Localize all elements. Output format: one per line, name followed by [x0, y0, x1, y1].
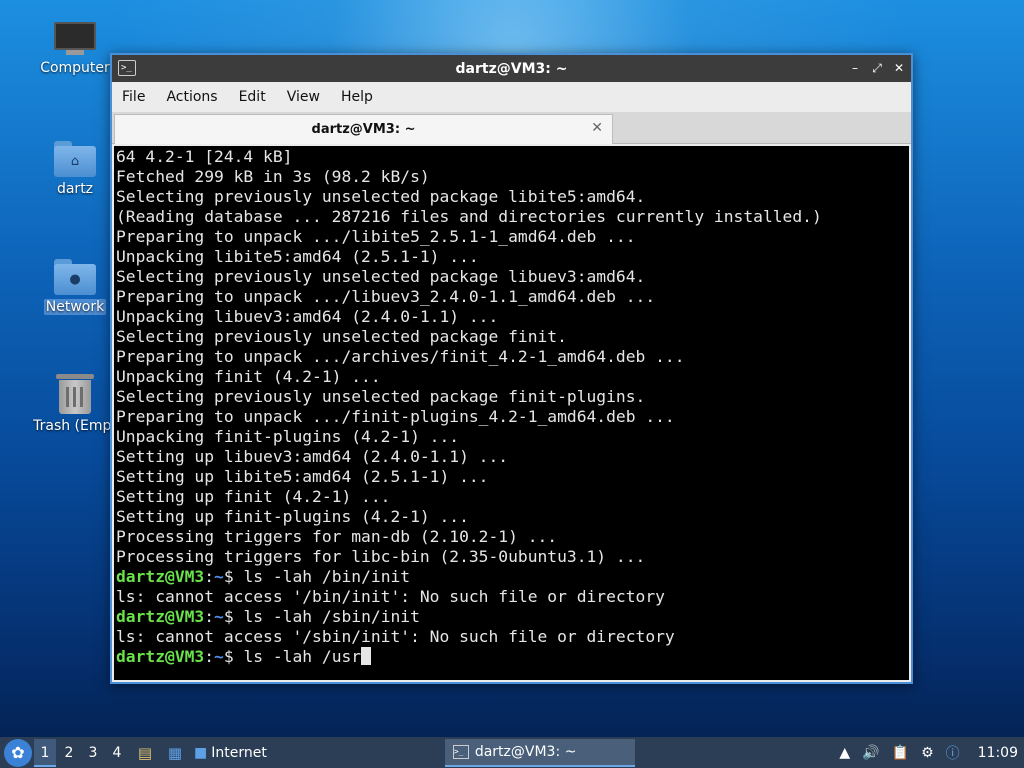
menu-file[interactable]: File [122, 89, 145, 105]
terminal-line: Setting up libuev3:amd64 (2.4.0-1.1) ... [116, 447, 509, 466]
terminal-line: Setting up finit-plugins (4.2-1) ... [116, 507, 469, 526]
desktop-icon-home[interactable]: ⌂ dartz [27, 141, 123, 197]
terminal-line: 64 4.2-1 [24.4 kB] [116, 147, 293, 166]
desktop-icon-trash[interactable]: Trash (Empt [27, 374, 123, 434]
menu-edit[interactable]: Edit [239, 89, 266, 105]
system-tray: ▲ 🔊 📋 ⚙ ⓘ 11:09 [827, 737, 1024, 768]
clipboard-icon[interactable]: 📋 [892, 745, 909, 761]
terminal-app-icon: >_ [118, 60, 136, 76]
taskbar: ✿ 1 2 3 4 ▤ ▦ ■ Internet >_ dartz@VM3: ~… [0, 737, 1024, 768]
info-icon[interactable]: ⓘ [946, 743, 960, 763]
terminal-line: Selecting previously unselected package … [116, 187, 646, 206]
upload-icon[interactable]: ▲ [839, 745, 850, 761]
workspace-4[interactable]: 4 [106, 739, 128, 767]
terminal-line: Selecting previously unselected package … [116, 387, 646, 406]
tab-close-icon[interactable]: ✕ [591, 120, 603, 136]
terminal-line: Setting up finit (4.2-1) ... [116, 487, 391, 506]
terminal-prompt-line: dartz@VM3:~$ ls -lah /bin/init [116, 567, 411, 586]
close-icon[interactable]: ✕ [893, 59, 905, 77]
menu-actions[interactable]: Actions [166, 89, 217, 105]
terminal-line: Unpacking finit (4.2-1) ... [116, 367, 381, 386]
taskbar-task-terminal[interactable]: >_ dartz@VM3: ~ [444, 738, 635, 767]
home-folder-icon: ⌂ [54, 141, 96, 177]
task-label: dartz@VM3: ~ [474, 743, 577, 760]
clock[interactable]: 11:09 [978, 745, 1018, 761]
terminal-line: (Reading database ... 287216 files and d… [116, 207, 822, 226]
window-title: dartz@VM3: ~ [455, 60, 568, 77]
terminal-task-icon: >_ [452, 744, 469, 759]
terminal-tab[interactable]: dartz@VM3: ~ ✕ [114, 114, 613, 144]
workspace-1[interactable]: 1 [34, 738, 56, 767]
network-folder-icon: ● [54, 259, 96, 295]
workspace-2[interactable]: 2 [58, 739, 80, 767]
terminal-output[interactable]: 64 4.2-1 [24.4 kB] Fetched 299 kB in 3s (… [114, 146, 909, 680]
desktop-icon-computer[interactable]: Computer [27, 22, 123, 76]
internet-launcher[interactable]: ■ Internet [188, 739, 275, 767]
terminal-line: ls: cannot access '/bin/init': No such f… [116, 587, 665, 606]
maximize-icon[interactable]: ⤢ [871, 59, 883, 77]
terminal-prompt-line: dartz@VM3:~$ ls -lah /sbin/init [116, 607, 420, 626]
file-manager-icon[interactable]: ▤ [132, 740, 158, 766]
terminal-line: Preparing to unpack .../libite5_2.5.1-1_… [116, 227, 636, 246]
terminal-line: Processing triggers for libc-bin (2.35-0… [116, 547, 646, 566]
desktop-icon-label: dartz [56, 181, 94, 197]
desktop-icon-network[interactable]: ● Network [27, 259, 123, 315]
terminal-line: ls: cannot access '/sbin/init': No such … [116, 627, 675, 646]
minimize-icon[interactable]: – [849, 59, 861, 77]
tab-label: dartz@VM3: ~ [311, 122, 416, 137]
terminal-line: Unpacking finit-plugins (4.2-1) ... [116, 427, 460, 446]
terminal-line: Fetched 299 kB in 3s (98.2 kB/s) [116, 167, 430, 186]
terminal-prompt-line: dartz@VM3:~$ ls -lah /usr [116, 647, 907, 667]
terminal-line: Preparing to unpack .../finit-plugins_4.… [116, 407, 675, 426]
text-cursor [361, 647, 372, 665]
menu-bar: File Actions Edit View Help [112, 82, 911, 112]
internet-launcher-label: Internet [211, 744, 267, 761]
terminal-command: ls -lah /sbin/init [243, 607, 420, 626]
menu-help[interactable]: Help [341, 89, 373, 105]
window-titlebar[interactable]: >_ dartz@VM3: ~ – ⤢ ✕ [112, 55, 911, 82]
terminal-line: Processing triggers for man-db (2.10.2-1… [116, 527, 558, 546]
show-desktop-icon[interactable]: ▦ [162, 740, 188, 766]
network-icon[interactable]: ⚙ [921, 745, 934, 761]
desktop-icon-label: Network [43, 299, 107, 315]
terminal-command: ls -lah /bin/init [243, 567, 411, 586]
start-menu-icon[interactable]: ✿ [4, 738, 32, 767]
terminal-line: Setting up libite5:amd64 (2.5.1-1) ... [116, 467, 489, 486]
volume-icon[interactable]: 🔊 [862, 745, 879, 761]
terminal-line: Preparing to unpack .../libuev3_2.4.0-1.… [116, 287, 656, 306]
terminal-line: Preparing to unpack .../archives/finit_4… [116, 347, 685, 366]
terminal-line: Selecting previously unselected package … [116, 267, 646, 286]
workspace-3[interactable]: 3 [82, 739, 104, 767]
terminal-line: Unpacking libuev3:amd64 (2.4.0-1.1) ... [116, 307, 499, 326]
desktop-icon-label: Trash (Empt [33, 418, 117, 434]
terminal-line: Unpacking libite5:amd64 (2.5.1-1) ... [116, 247, 479, 266]
tab-bar: dartz@VM3: ~ ✕ [112, 112, 911, 144]
terminal-command-input: ls -lah /usr [243, 647, 362, 666]
terminal-line: Selecting previously unselected package … [116, 327, 567, 346]
computer-icon [54, 22, 96, 56]
terminal-window: >_ dartz@VM3: ~ – ⤢ ✕ File Actions Edit … [110, 53, 913, 684]
trash-icon [56, 374, 94, 414]
folder-icon: ■ [194, 744, 208, 761]
menu-view[interactable]: View [287, 89, 320, 105]
desktop-icon-label: Computer [40, 60, 110, 76]
